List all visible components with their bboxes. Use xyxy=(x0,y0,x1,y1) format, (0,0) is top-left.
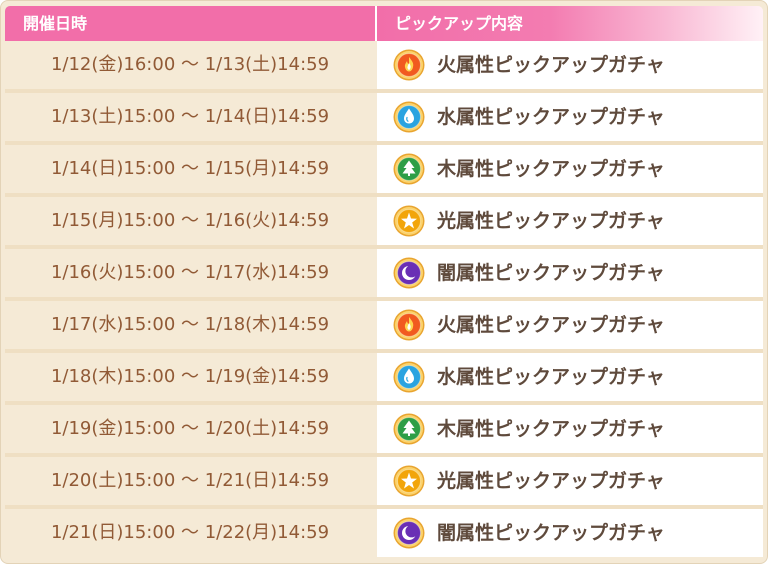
schedule-date-range: 1/14(日)15:00 ～ 1/15(月)14:59 xyxy=(5,145,375,193)
table-row: 1/12(金)16:00 ～ 1/13(土)14:59 火属性ピックアップガチャ xyxy=(5,41,763,89)
pickup-gacha-label: 光属性ピックアップガチャ xyxy=(437,470,665,492)
pickup-content-cell: 光属性ピックアップガチャ xyxy=(377,197,763,245)
table-row: 1/13(土)15:00 ～ 1/14(日)14:59 水属性ピックアップガチャ xyxy=(5,93,763,141)
tree-icon xyxy=(393,153,425,185)
pickup-content-cell: 光属性ピックアップガチャ xyxy=(377,457,763,505)
water-drop-icon xyxy=(393,101,425,133)
moon-icon xyxy=(393,257,425,289)
pickup-gacha-label: 闇属性ピックアップガチャ xyxy=(437,262,665,284)
header-content-label: ピックアップ内容 xyxy=(395,14,524,33)
pickup-content-cell: 闇属性ピックアップガチャ xyxy=(377,509,763,557)
pickup-content-cell: 水属性ピックアップガチャ xyxy=(377,353,763,401)
schedule-date-range: 1/19(金)15:00 ～ 1/20(土)14:59 xyxy=(5,405,375,453)
star-icon xyxy=(393,465,425,497)
pickup-gacha-label: 闇属性ピックアップガチャ xyxy=(437,522,665,544)
table-row: 1/16(火)15:00 ～ 1/17(水)14:59 闇属性ピックアップガチャ xyxy=(5,249,763,297)
schedule-date-range: 1/16(火)15:00 ～ 1/17(水)14:59 xyxy=(5,249,375,297)
schedule-date-range: 1/21(日)15:00 ～ 1/22(月)14:59 xyxy=(5,509,375,557)
pickup-gacha-label: 火属性ピックアップガチャ xyxy=(437,54,665,76)
pickup-gacha-label: 水属性ピックアップガチャ xyxy=(437,106,665,128)
schedule-date-range: 1/20(土)15:00 ～ 1/21(日)14:59 xyxy=(5,457,375,505)
fire-icon xyxy=(393,49,425,81)
schedule-date-range: 1/15(月)15:00 ～ 1/16(火)14:59 xyxy=(5,197,375,245)
pickup-gacha-label: 水属性ピックアップガチャ xyxy=(437,366,665,388)
pickup-content-cell: 水属性ピックアップガチャ xyxy=(377,93,763,141)
schedule-date-range: 1/13(土)15:00 ～ 1/14(日)14:59 xyxy=(5,93,375,141)
water-drop-icon xyxy=(393,361,425,393)
pickup-gacha-label: 木属性ピックアップガチャ xyxy=(437,158,665,180)
star-icon xyxy=(393,205,425,237)
pickup-content-cell: 火属性ピックアップガチャ xyxy=(377,41,763,89)
table-row: 1/18(木)15:00 ～ 1/19(金)14:59 水属性ピックアップガチャ xyxy=(5,353,763,401)
table-row: 1/14(日)15:00 ～ 1/15(月)14:59 木属性ピックアップガチャ xyxy=(5,145,763,193)
table-row: 1/20(土)15:00 ～ 1/21(日)14:59 光属性ピックアップガチャ xyxy=(5,457,763,505)
table-row: 1/15(月)15:00 ～ 1/16(火)14:59 光属性ピックアップガチャ xyxy=(5,197,763,245)
schedule-date-range: 1/18(木)15:00 ～ 1/19(金)14:59 xyxy=(5,353,375,401)
pickup-gacha-label: 光属性ピックアップガチャ xyxy=(437,210,665,232)
tree-icon xyxy=(393,413,425,445)
moon-icon xyxy=(393,517,425,549)
table-row: 1/21(日)15:00 ～ 1/22(月)14:59 闇属性ピックアップガチャ xyxy=(5,509,763,557)
pickup-content-cell: 木属性ピックアップガチャ xyxy=(377,145,763,193)
pickup-schedule-table: 開催日時 ピックアップ内容 1/12(金)16:00 ～ 1/13(土)14:5… xyxy=(0,0,768,564)
pickup-gacha-label: 木属性ピックアップガチャ xyxy=(437,418,665,440)
schedule-date-range: 1/12(金)16:00 ～ 1/13(土)14:59 xyxy=(5,41,375,89)
table-header: 開催日時 ピックアップ内容 xyxy=(5,6,763,41)
pickup-content-cell: 闇属性ピックアップガチャ xyxy=(377,249,763,297)
header-date-label: 開催日時 xyxy=(23,14,88,33)
pickup-gacha-label: 火属性ピックアップガチャ xyxy=(437,314,665,336)
pickup-content-cell: 木属性ピックアップガチャ xyxy=(377,405,763,453)
table-row: 1/19(金)15:00 ～ 1/20(土)14:59 木属性ピックアップガチャ xyxy=(5,405,763,453)
fire-icon xyxy=(393,309,425,341)
pickup-content-cell: 火属性ピックアップガチャ xyxy=(377,301,763,349)
schedule-date-range: 1/17(水)15:00 ～ 1/18(木)14:59 xyxy=(5,301,375,349)
table-row: 1/17(水)15:00 ～ 1/18(木)14:59 火属性ピックアップガチャ xyxy=(5,301,763,349)
